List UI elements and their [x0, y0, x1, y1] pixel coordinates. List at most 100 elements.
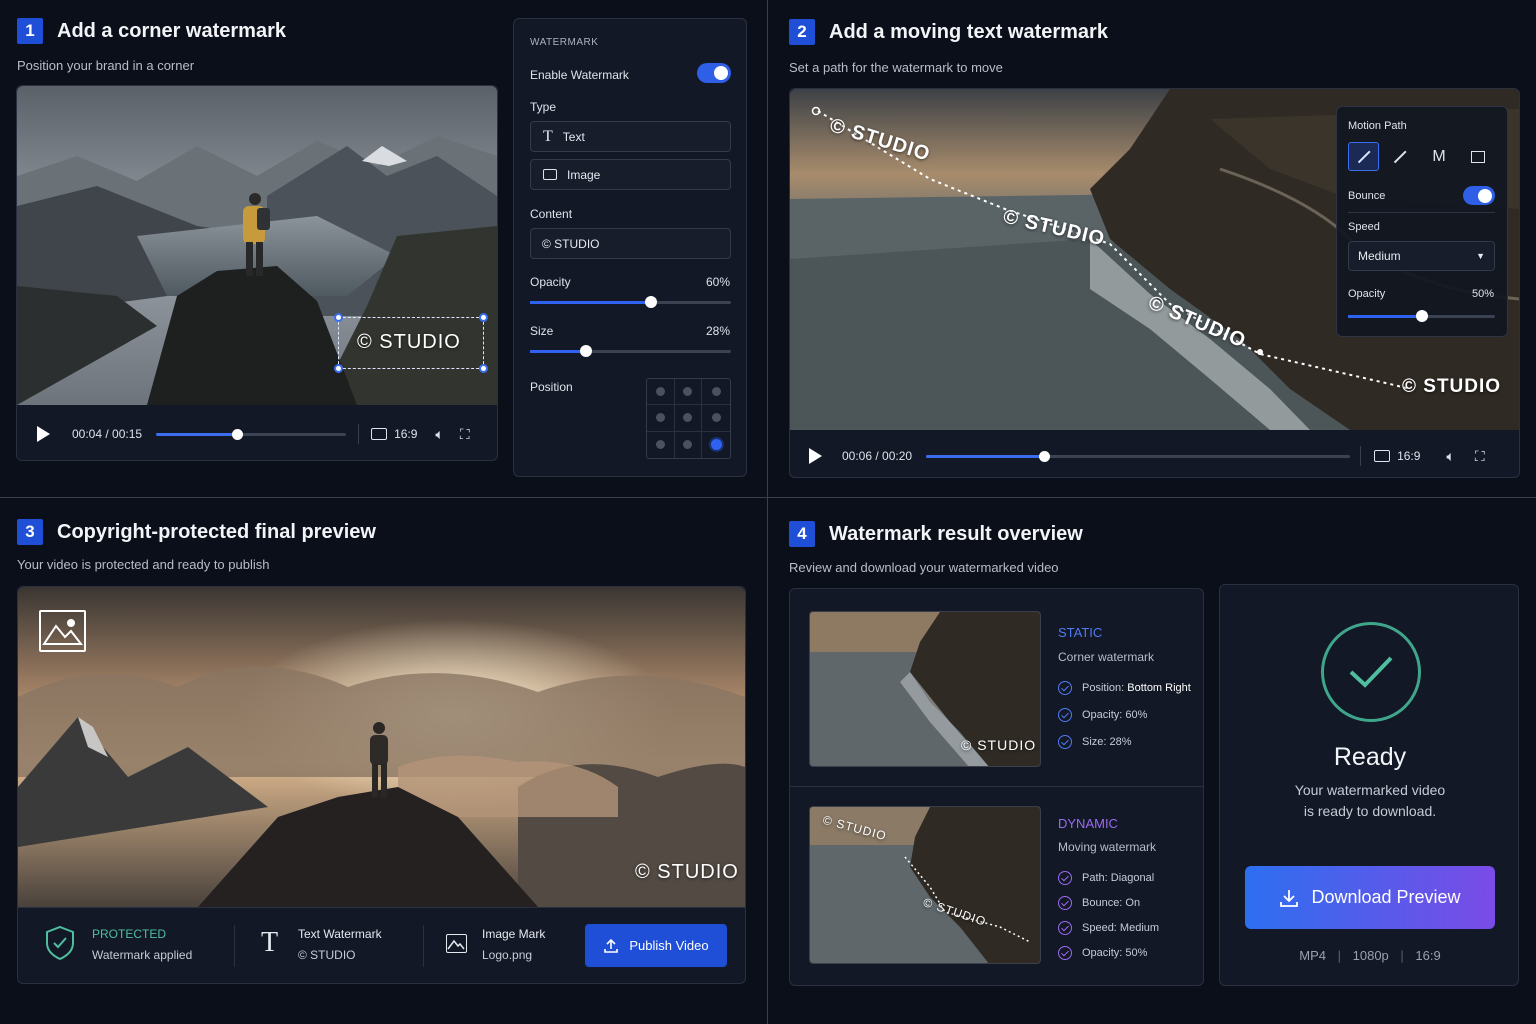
vertical-divider [767, 0, 768, 1024]
opacity-slider[interactable] [1348, 310, 1495, 322]
check-circle-icon [1058, 946, 1072, 960]
path-line-button[interactable] [1382, 142, 1418, 171]
aspect-ratio-label[interactable]: 16:9 [1397, 449, 1420, 463]
step-title: Copyright-protected final preview [57, 520, 376, 543]
player-controls: 00:04 / 00:15 16:9 🔈︎ ⛶ [37, 424, 482, 444]
static-tag: STATIC [1058, 625, 1103, 640]
size-label: Size [530, 324, 554, 338]
opacity-slider-knob[interactable] [1415, 310, 1428, 322]
horizontal-divider [0, 497, 1536, 498]
corner-watermark[interactable]: © STUDIO [357, 331, 461, 354]
size-slider[interactable] [530, 345, 731, 357]
speed-select-value: Medium [1358, 249, 1401, 263]
static-thumbnail[interactable]: © STUDIO [809, 611, 1041, 767]
path-rectangle-button[interactable] [1460, 142, 1496, 171]
video-frame[interactable]: © STUDIO [18, 587, 745, 907]
dynamic-thumbnail[interactable]: © STUDIO © STUDIO [809, 806, 1041, 964]
speed-select[interactable]: Medium ▼ [1348, 241, 1495, 271]
download-icon [1280, 889, 1299, 907]
position-bottom-left[interactable] [647, 431, 675, 458]
seek-knob[interactable] [231, 428, 243, 440]
player-controls: 00:06 / 00:20 16:9 🔈︎ ⛶ [809, 446, 1504, 466]
aspect-ratio-label[interactable]: 16:9 [394, 427, 417, 441]
image-mark-title: Image Mark [482, 927, 546, 941]
shield-check-icon [44, 925, 76, 961]
video-frame[interactable]: © STUDIO [17, 86, 497, 405]
file-format: MP4 [1299, 948, 1326, 963]
volume-icon[interactable]: 🔈︎ [435, 426, 443, 443]
video-frame[interactable]: © STUDIO © STUDIO © STUDIO © STUDIO Moti… [790, 89, 1519, 430]
step-number: 4 [789, 521, 815, 547]
position-bottom-right[interactable] [702, 432, 730, 458]
text-watermark-title: Text Watermark [298, 927, 382, 941]
play-icon[interactable] [37, 426, 50, 442]
check-circle-icon [1058, 708, 1072, 722]
text-watermark-icon: T [261, 927, 279, 958]
check-circle-icon [1058, 681, 1072, 695]
static-desc: Corner watermark [1058, 650, 1155, 664]
type-option-text-label: Text [562, 129, 585, 144]
type-option-text[interactable]: T Text [530, 121, 731, 152]
motion-path-heading: Motion Path [1348, 120, 1407, 132]
file-resolution: 1080p [1352, 948, 1389, 963]
speed-label: Speed [1348, 221, 1380, 233]
image-type-icon [543, 169, 557, 180]
size-slider-knob[interactable] [580, 345, 593, 357]
upload-icon [604, 938, 619, 953]
step-number: 1 [17, 18, 43, 44]
position-bottom-center[interactable] [675, 431, 703, 458]
seek-knob[interactable] [1038, 450, 1050, 462]
static-detail-position: Position: Bottom Right [1058, 681, 1191, 695]
resize-handle[interactable] [479, 364, 488, 373]
watermark-settings-panel: WATERMARK Enable Watermark Type T Text I… [513, 18, 747, 477]
opacity-slider-fill [1348, 315, 1422, 318]
position-middle-left[interactable] [647, 405, 675, 432]
fullscreen-icon[interactable]: ⛶ [1475, 448, 1485, 465]
opacity-slider-knob[interactable] [644, 296, 657, 308]
aspect-ratio-icon[interactable] [1374, 450, 1391, 462]
resize-handle[interactable] [334, 313, 343, 322]
fullscreen-icon[interactable]: ⛶ [460, 426, 470, 443]
volume-icon[interactable]: 🔈︎ [1446, 448, 1454, 465]
seek-bar[interactable] [926, 450, 1351, 462]
step-subtitle: Your video is protected and ready to pub… [17, 557, 270, 572]
watermark-bounding-box[interactable]: © STUDIO [334, 313, 488, 373]
position-top-left[interactable] [647, 379, 675, 406]
download-preview-label: Download Preview [1311, 887, 1461, 907]
seek-progress [156, 432, 238, 436]
play-icon[interactable] [809, 448, 822, 464]
dynamic-detail-bounce: Bounce: On [1058, 896, 1140, 910]
bounce-toggle[interactable] [1463, 186, 1495, 205]
position-center[interactable] [674, 405, 703, 432]
path-zigzag-button[interactable]: M [1421, 142, 1457, 171]
moving-watermark-4[interactable]: © STUDIO [1402, 376, 1501, 398]
aspect-ratio-icon[interactable] [371, 428, 388, 440]
position-top-right[interactable] [702, 379, 730, 406]
step-number: 3 [17, 519, 43, 545]
position-top-center[interactable] [674, 379, 703, 406]
type-label: Type [530, 100, 557, 114]
publish-video-button[interactable]: Publish Video [585, 924, 727, 967]
chevron-down-icon: ▼ [1476, 251, 1485, 261]
ready-card: Ready Your watermarked video is ready to… [1219, 584, 1519, 986]
ready-title: Ready [1333, 743, 1407, 771]
seek-bar[interactable] [156, 428, 347, 440]
ready-line-2: is ready to download. [1303, 803, 1437, 819]
position-middle-right[interactable] [702, 405, 730, 432]
resize-handle[interactable] [334, 364, 343, 373]
download-preview-button[interactable]: Download Preview [1245, 866, 1495, 929]
opacity-slider[interactable] [530, 296, 731, 308]
content-label: Content [530, 207, 573, 221]
position-label: Position [530, 380, 573, 394]
resize-handle[interactable] [479, 313, 488, 322]
content-input[interactable]: © STUDIO [530, 228, 731, 259]
text-watermark-value: © STUDIO [298, 948, 356, 962]
type-option-image[interactable]: Image [530, 159, 731, 190]
enable-watermark-toggle[interactable] [697, 63, 731, 83]
step-subtitle: Set a path for the watermark to move [789, 60, 1003, 75]
file-meta: MP4 | 1080p | 16:9 [1299, 948, 1441, 963]
image-mark-value: Logo.png [482, 948, 533, 962]
image-mark-icon [446, 934, 467, 953]
path-diagonal-button[interactable] [1348, 142, 1379, 171]
image-mark-logo-icon [39, 610, 86, 652]
